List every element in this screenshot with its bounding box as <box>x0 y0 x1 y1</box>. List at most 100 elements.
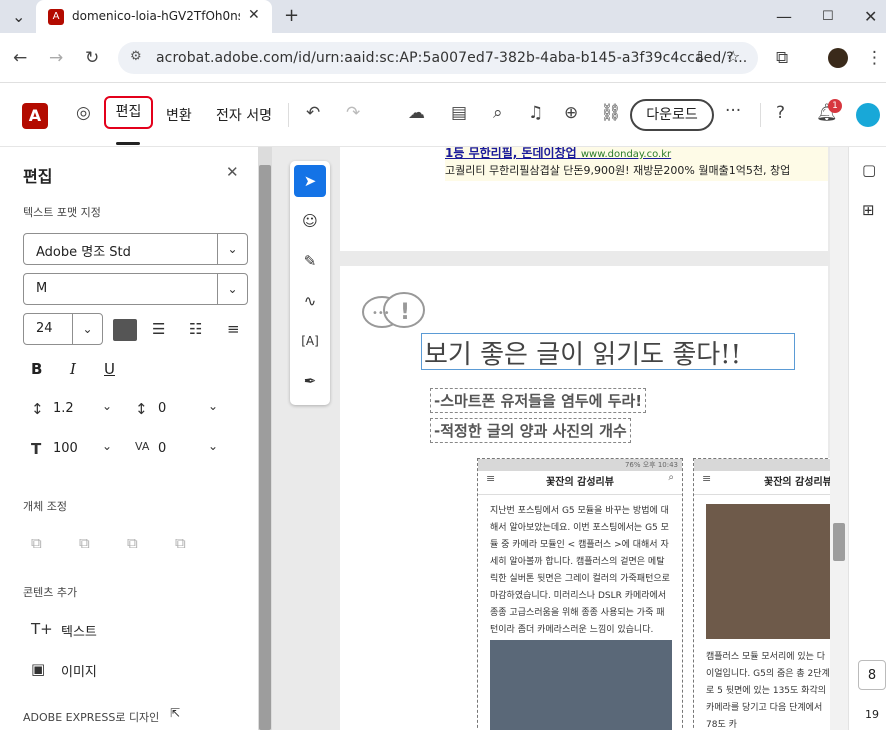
underline-button[interactable]: U <box>104 360 115 378</box>
address-bar[interactable]: ⚙ acrobat.adobe.com/id/urn:aaid:sc:AP:5a… <box>118 42 758 74</box>
speech-bubble-icon: ••• ! <box>362 292 425 328</box>
tab-esign[interactable]: 전자 서명 <box>216 105 272 125</box>
pdf-page-previous: 1등 무한리필, 돈데이창업 www.donday.co.kr 고퀄리티 무한리… <box>340 147 828 251</box>
user-avatar[interactable] <box>856 103 880 127</box>
select-tool-icon[interactable]: ➤ <box>294 165 326 197</box>
redo-icon[interactable]: ↷ <box>346 103 360 123</box>
bullet-list-icon[interactable]: ☰ <box>152 320 165 338</box>
extensions-icon[interactable]: ⧉ <box>776 48 788 68</box>
bold-button[interactable]: B <box>31 360 42 378</box>
embedded-screenshot-1[interactable]: 76% 오후 10:43 꽃잔의 감성리뷰 ≡ ⌕ 지난번 포스팅에서 G5 모… <box>477 458 683 730</box>
site-info-icon[interactable]: ⚙ <box>130 49 142 64</box>
undo-icon[interactable]: ↶ <box>306 103 320 123</box>
tab-edit[interactable]: 편집 <box>104 96 153 129</box>
browser-menu-icon[interactable]: ⋮ <box>866 48 883 68</box>
current-page-input[interactable]: 8 <box>858 660 886 690</box>
window-close-icon[interactable]: ✕ <box>864 7 877 26</box>
add-image-icon[interactable]: ▣ <box>31 660 45 678</box>
scrollbar-thumb[interactable] <box>833 523 845 561</box>
forward-icon[interactable]: → <box>49 48 63 68</box>
cloud-icon[interactable]: ☁ <box>408 103 425 123</box>
install-app-icon[interactable]: ⇩ <box>694 48 707 66</box>
blog-body-text: 지난번 포스팅에서 G5 모듈을 바꾸는 방법에 대해서 알아보았는데요. 이번… <box>490 506 670 635</box>
horizontal-scale-value[interactable]: 100 <box>53 441 78 456</box>
character-spacing-icon: VA <box>135 440 150 453</box>
comments-icon[interactable]: ▢ <box>862 161 876 179</box>
external-link-icon[interactable]: ⇱ <box>170 706 180 720</box>
font-family-select[interactable]: Adobe 명조 Std ⌄ <box>23 233 248 265</box>
ai-assistant-icon[interactable]: ◎ <box>76 103 91 123</box>
line-spacing-value[interactable]: 1.2 <box>53 401 74 416</box>
embedded-screenshot-2[interactable]: 꽃잔의 감성리뷰 ≡ 캠플러스 모듈 모서리에 있는 다이얼입니다. G5의 줌… <box>693 458 833 730</box>
tab-convert[interactable]: 변환 <box>166 105 192 125</box>
chevron-down-icon[interactable]: ⌄ <box>102 439 112 453</box>
subheading-text-amount[interactable]: -적정한 글의 양과 사진의 개수 <box>430 418 631 443</box>
download-button[interactable]: 다운로드 <box>630 99 714 131</box>
right-rail: ▢ ⊞ <box>848 147 886 730</box>
horizontal-scale-icon: T <box>31 440 42 458</box>
acrobat-toolbar: A ◎ 편집 변환 전자 서명 ↶ ↷ ☁ ▤ ⌕ ♫ ⊕ ⛓ 다운로드 ···… <box>0 83 886 147</box>
pdf-page-current: ••• ! 보기 좋은 글이 읽기도 좋다!! -스마트폰 유저들을 염두에 두… <box>340 266 833 730</box>
chevron-down-icon[interactable]: ⌄ <box>208 439 218 453</box>
text-color-swatch[interactable] <box>113 319 137 341</box>
link-icon[interactable]: ⛓ <box>600 103 622 123</box>
new-tab-button[interactable]: + <box>284 5 299 26</box>
character-spacing-value[interactable]: 0 <box>158 441 166 456</box>
add-image-button[interactable]: 이미지 <box>61 661 97 680</box>
font-family-value: Adobe 명조 Std <box>36 245 131 260</box>
draw-tool-icon[interactable]: ∿ <box>294 285 326 317</box>
tab-close-icon[interactable]: ✕ <box>248 7 260 23</box>
help-icon[interactable]: ? <box>776 103 785 123</box>
tab-title: domenico-loia-hGV2TfOh0ns- <box>72 9 240 23</box>
scrollbar-thumb[interactable] <box>259 165 271 730</box>
arrange-front-icon[interactable]: ⧉ <box>79 534 90 552</box>
align-left-icon[interactable]: ≡ <box>227 320 240 338</box>
group-icon[interactable]: ⧉ <box>127 534 138 552</box>
arrange-back-icon[interactable]: ⧉ <box>31 534 42 552</box>
maximize-icon[interactable]: ☐ <box>822 9 834 24</box>
acrobat-favicon-icon: A <box>48 9 64 25</box>
subheading-mobile[interactable]: -스마트폰 유저들을 염두에 두라! <box>430 388 647 413</box>
paragraph-spacing-icon: ↕ <box>135 400 148 418</box>
read-aloud-icon[interactable]: ♫ <box>528 103 543 123</box>
add-text-button[interactable]: 텍스트 <box>61 621 97 640</box>
chevron-down-icon[interactable]: ⌄ <box>102 399 112 413</box>
search-icon[interactable]: ⌕ <box>493 103 503 123</box>
highlight-tool-icon[interactable]: ✎ <box>294 245 326 277</box>
adobe-express-label[interactable]: ADOBE EXPRESS로 디자인 <box>23 709 159 725</box>
add-text-icon[interactable]: T+ <box>31 620 53 638</box>
panel-close-icon[interactable]: ✕ <box>226 163 239 181</box>
ungroup-icon[interactable]: ⧉ <box>175 534 186 552</box>
document-scrollbar[interactable] <box>830 147 848 730</box>
blog-title: 꽃잔의 감성리뷰 <box>478 471 682 495</box>
numbered-list-icon[interactable]: ☷ <box>189 320 202 338</box>
chevron-down-icon[interactable]: ⌄ <box>208 399 218 413</box>
back-icon[interactable]: ← <box>13 48 27 68</box>
ad-headline[interactable]: 1등 무한리필, 돈데이창업 www.donday.co.kr <box>445 147 671 161</box>
document-properties-icon[interactable]: ▤ <box>451 103 467 123</box>
panel-scrollbar[interactable] <box>258 147 272 730</box>
italic-button[interactable]: I <box>70 360 76 378</box>
more-icon[interactable]: ··· <box>725 101 741 121</box>
acrobat-logo-icon[interactable]: A <box>22 103 48 129</box>
text-box-tool-icon[interactable]: [A] <box>294 325 326 357</box>
font-weight-select[interactable]: M ⌄ <box>23 273 248 305</box>
toolbar-divider <box>760 103 761 127</box>
phone-status-bar: 76% 오후 10:43 <box>478 459 682 471</box>
browser-tab[interactable]: A domenico-loia-hGV2TfOh0ns- ✕ <box>36 0 272 33</box>
signature-tool-icon[interactable]: ✒ <box>294 365 326 397</box>
font-weight-value: M <box>36 281 48 296</box>
minimize-icon[interactable]: — <box>776 7 792 26</box>
tab-search-icon[interactable]: ⌄ <box>12 7 25 26</box>
edit-panel: 편집 ✕ 텍스트 포맷 지정 Adobe 명조 Std ⌄ M ⌄ 24 ⌄ ☰… <box>0 147 258 730</box>
reload-icon[interactable]: ↻ <box>85 48 99 68</box>
font-size-select[interactable]: 24 ⌄ <box>23 313 103 345</box>
thumbnails-grid-icon[interactable]: ⊞ <box>862 201 875 219</box>
paragraph-spacing-value[interactable]: 0 <box>158 401 166 416</box>
document-heading[interactable]: 보기 좋은 글이 읽기도 좋다!! <box>424 334 741 371</box>
comment-tool-icon[interactable]: ☺ <box>294 205 326 237</box>
share-user-icon[interactable]: ⊕ <box>564 103 578 123</box>
document-canvas: 1등 무한리필, 돈데이창업 www.donday.co.kr 고퀄리티 무한리… <box>272 147 848 730</box>
profile-avatar[interactable] <box>828 48 848 68</box>
bookmark-star-icon[interactable]: ☆ <box>726 47 740 66</box>
